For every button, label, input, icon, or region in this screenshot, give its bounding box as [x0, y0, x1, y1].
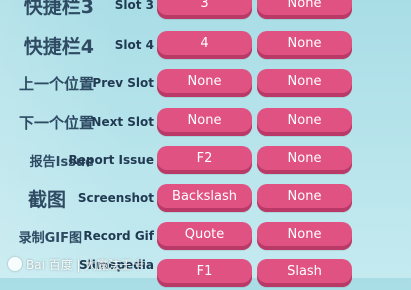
keybind-row-slot3: 快捷栏3 Slot 3 3 None — [0, 0, 411, 22]
keybind-row-report-issue: 报告Issue Report Issue F2 None — [0, 143, 411, 177]
primary-key-button[interactable]: Quote — [157, 222, 252, 250]
row-label-en: Next Slot — [91, 115, 154, 129]
row-label-cn: 录制GIF图 — [18, 230, 82, 246]
alternate-key-button[interactable]: None — [257, 222, 352, 250]
keybind-row-screenshot: 截图 Screenshot Backslash None — [0, 181, 411, 215]
primary-key-button[interactable]: Backslash — [157, 184, 252, 212]
primary-key-button[interactable]: 3 — [157, 0, 252, 19]
row-label-cn: 快捷栏3 — [23, 0, 94, 18]
keybind-row-slot4: 快捷栏4 Slot 4 4 None — [0, 28, 411, 62]
primary-key-button[interactable]: None — [157, 69, 252, 97]
alternate-key-button[interactable]: None — [257, 184, 352, 212]
keybind-row-next-slot: 下一个位置 Next Slot None None — [0, 105, 411, 139]
primary-key-button[interactable]: F1 — [157, 259, 252, 287]
alternate-key-button[interactable]: None — [257, 69, 352, 97]
row-label-cn: 快捷栏4 — [23, 35, 94, 58]
row-label-en: Slot 3 — [114, 0, 154, 12]
alternate-key-button[interactable]: None — [257, 31, 352, 59]
alternate-key-button[interactable]: None — [257, 146, 352, 174]
row-label-cn: 下一个位置 — [18, 113, 94, 132]
row-label-cn: 截图 — [27, 188, 66, 211]
row-label-en: Report Issue — [68, 153, 154, 167]
alternate-key-button[interactable]: Slash — [257, 259, 352, 287]
primary-key-button[interactable]: 4 — [157, 31, 252, 59]
row-label-en: Prev Slot — [92, 76, 154, 90]
alternate-key-button[interactable]: None — [257, 0, 352, 19]
watermark-text: Bai 百度 | 大魔法王卡 — [26, 257, 145, 272]
row-label-cn: 上一个位置 — [18, 74, 94, 93]
paw-icon — [8, 257, 22, 271]
primary-key-button[interactable]: None — [157, 108, 252, 136]
keybind-row-record-gif: 录制GIF图 Record Gif Quote None — [0, 219, 411, 253]
keybind-row-prev-slot: 上一个位置 Prev Slot None None — [0, 66, 411, 100]
row-label-en: Screenshot — [77, 191, 154, 205]
watermark: Bai 百度 | 大魔法王卡 — [8, 254, 144, 274]
row-label-en: Slot 4 — [114, 38, 154, 52]
primary-key-button[interactable]: F2 — [157, 146, 252, 174]
alternate-key-button[interactable]: None — [257, 108, 352, 136]
